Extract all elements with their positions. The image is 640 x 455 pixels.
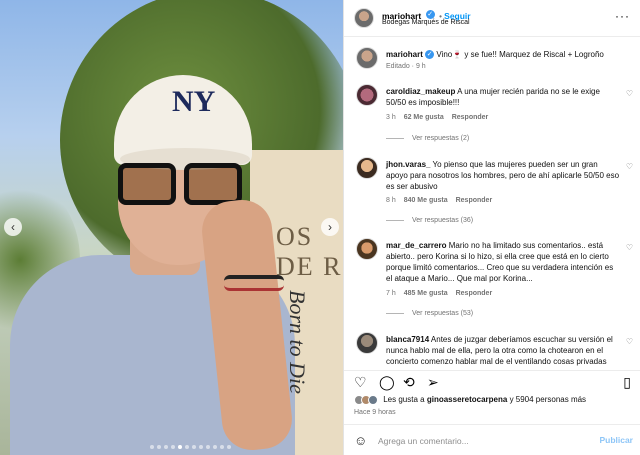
comment-username[interactable]: caroldiaz_makeup [386, 87, 455, 96]
likes-summary: Les gusta a ginoasseretocarpena y 5904 p… [354, 395, 586, 405]
verified-badge-icon: ✓ [425, 10, 435, 20]
repost-icon[interactable]: ⟲ [403, 375, 415, 389]
publish-button[interactable]: Publicar [599, 435, 633, 445]
comment-likes[interactable]: 62 Me gusta [404, 114, 444, 121]
author-avatar[interactable] [354, 8, 374, 28]
view-replies-button[interactable]: Ver respuestas (53) [386, 310, 473, 317]
comment-username[interactable]: blanca7914 [386, 335, 429, 344]
post-timestamp: Hace 9 horas [354, 409, 396, 416]
post-side-panel: mariohart ✓ • Seguir Bodegas Marqués de … [343, 0, 640, 455]
smile-icon[interactable]: ☺ [354, 433, 367, 448]
heart-icon[interactable]: ♡ [354, 375, 367, 389]
comment-age: 3 h [386, 114, 396, 121]
author-avatar-small[interactable] [356, 47, 378, 69]
comment-username[interactable]: mar_de_carrero [386, 241, 446, 250]
commenter-avatar[interactable] [356, 157, 378, 179]
view-replies-button[interactable]: Ver respuestas (2) [386, 135, 469, 142]
reply-button[interactable]: Responder [456, 290, 493, 297]
comment-input[interactable] [378, 433, 578, 448]
likes-suffix[interactable]: y 5904 personas más [510, 395, 587, 404]
likes-user[interactable]: ginoasseretocarpena [427, 395, 507, 404]
photo-sunglasses [118, 163, 244, 207]
share-icon[interactable]: ➢ [427, 375, 439, 389]
comment-icon[interactable]: ◯ [379, 375, 395, 389]
reply-button[interactable]: Responder [456, 197, 493, 204]
reply-button[interactable]: Responder [452, 114, 489, 121]
post-photo[interactable]: OS DE R NY Born to Die ‹ › [0, 0, 343, 455]
liker-avatar [368, 395, 378, 405]
comment-age: 8 h [386, 197, 396, 204]
comment-heart-icon[interactable]: ♡ [626, 243, 633, 252]
comments-list: mariohart ✓ Vino🍷 y se fue!! Marquez de … [344, 37, 640, 370]
caption-text: Vino🍷 y se fue!! Marquez de Riscal + Log… [436, 50, 604, 59]
caption-username[interactable]: mariohart [386, 50, 423, 59]
bookmark-icon[interactable]: ▯ [623, 375, 631, 389]
comment-likes[interactable]: 840 Me gusta [404, 197, 448, 204]
more-icon[interactable]: ··· [615, 9, 630, 23]
commenter-avatar[interactable] [356, 332, 378, 354]
cap-logo: NY [172, 85, 216, 118]
next-photo-button[interactable]: › [321, 218, 339, 236]
caption-meta: Editado · 9 h [386, 63, 426, 70]
commenter-avatar[interactable] [356, 84, 378, 106]
photo-bracelet [224, 275, 284, 291]
comment-heart-icon[interactable]: ♡ [626, 89, 633, 98]
view-replies-button[interactable]: Ver respuestas (36) [386, 217, 473, 224]
post-header: mariohart ✓ • Seguir Bodegas Marqués de … [344, 0, 640, 37]
post-actions-bar: ♡ ◯ ⟲ ➢ ▯ [344, 370, 640, 392]
add-comment-bar: ☺ Publicar [344, 424, 640, 455]
comment-username[interactable]: jhon.varas_ [386, 160, 430, 169]
verified-badge-icon: ✓ [425, 50, 435, 60]
prev-photo-button[interactable]: ‹ [4, 218, 22, 236]
carousel-dots [150, 445, 231, 449]
location-link[interactable]: Bodegas Marqués de Riscal [382, 19, 470, 26]
photo-tattoo: Born to Die [285, 290, 310, 394]
commenter-avatar[interactable] [356, 238, 378, 260]
comment-likes[interactable]: 485 Me gusta [404, 290, 448, 297]
comment-age: 7 h [386, 290, 396, 297]
comment-heart-icon[interactable]: ♡ [626, 162, 633, 171]
likes-prefix: Les gusta a [383, 395, 425, 405]
comment-heart-icon[interactable]: ♡ [626, 337, 633, 346]
